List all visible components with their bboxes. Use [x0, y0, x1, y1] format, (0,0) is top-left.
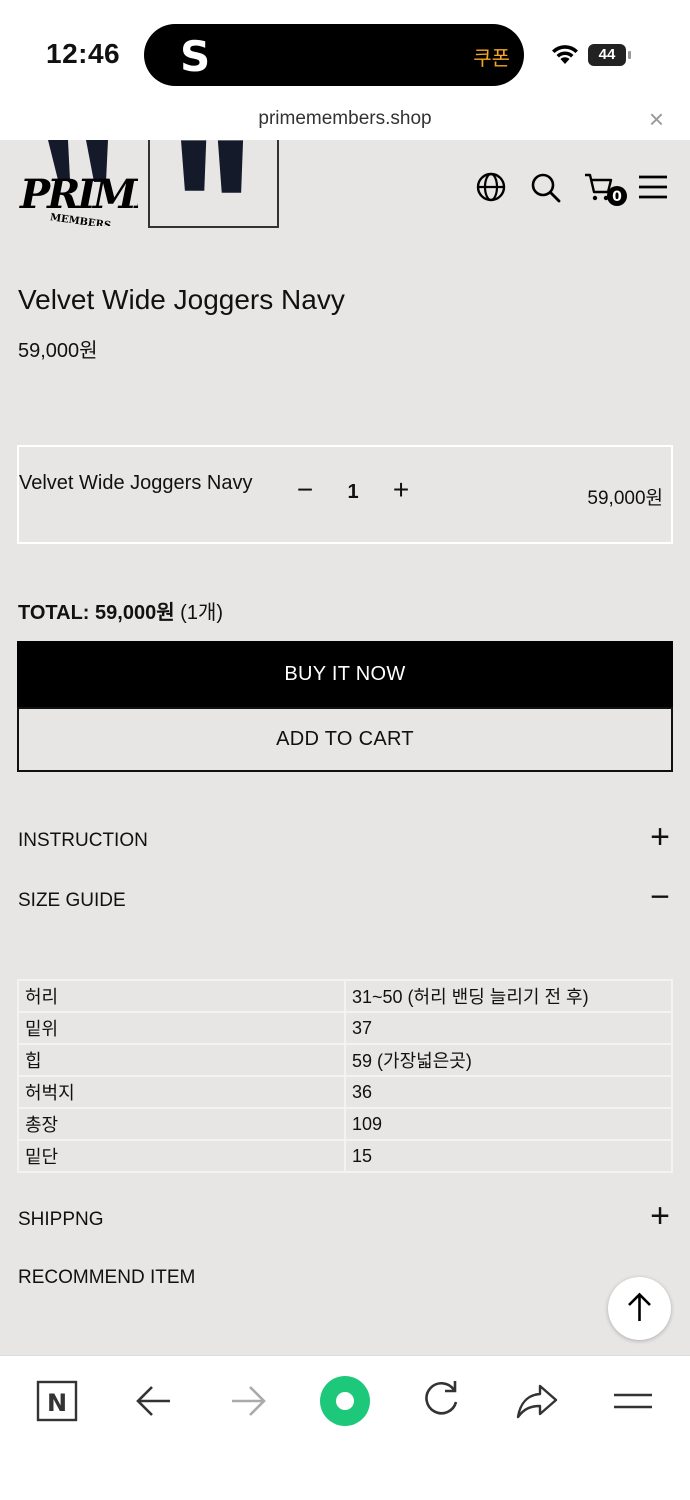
product-title: Velvet Wide Joggers Navy — [18, 284, 345, 315]
quantity-value[interactable]: 1 — [339, 481, 367, 504]
selected-option-box: Velvet Wide Joggers Navy − 1 + 59,000원 — [17, 445, 673, 544]
hamburger-menu-icon[interactable] — [608, 1376, 658, 1426]
product-price: 59,000원 — [18, 340, 98, 362]
search-icon[interactable] — [530, 172, 562, 204]
size-value: 59 (가장넓은곳) — [344, 1043, 673, 1077]
prime-members-logo[interactable]: PRIME MEMBERS — [18, 168, 138, 226]
battery-icon: 44 — [588, 44, 631, 66]
size-guide-table: 허리 31~50 (허리 밴딩 늘리기 전 후) 밑위 37 힙 59 (가장넓… — [17, 979, 673, 1173]
add-to-cart-button[interactable]: ADD TO CART — [17, 707, 673, 772]
option-price: 59,000원 — [587, 488, 663, 509]
table-row: 허리 31~50 (허리 밴딩 늘리기 전 후) — [17, 979, 673, 1013]
back-arrow-icon[interactable] — [128, 1376, 178, 1426]
status-bar: 12:46 S 쿠폰 44 — [0, 0, 690, 100]
accordion-instruction[interactable]: INSTRUCTION + — [18, 820, 670, 856]
size-value: 109 — [344, 1107, 673, 1141]
naver-n-icon[interactable]: N — [32, 1376, 82, 1426]
svg-text:N: N — [47, 1389, 67, 1417]
cart-count: 0 — [612, 189, 622, 205]
expand-plus-icon[interactable]: + — [650, 820, 670, 854]
total-count: (1개) — [180, 602, 223, 624]
size-key: 밑위 — [17, 1011, 346, 1045]
close-icon[interactable]: × — [649, 104, 664, 135]
size-key: 밑단 — [17, 1139, 346, 1173]
buy-now-button[interactable]: BUY IT NOW — [17, 641, 673, 707]
quantity-increase-button[interactable]: + — [389, 475, 413, 505]
size-value: 36 — [344, 1075, 673, 1109]
total-label: TOTAL: 59,000원 — [18, 602, 175, 624]
size-value: 31~50 (허리 밴딩 늘리기 전 후) — [344, 979, 673, 1013]
accordion-size-guide-label: SIZE GUIDE — [18, 890, 126, 911]
forward-arrow-icon[interactable] — [224, 1376, 274, 1426]
collapse-minus-icon[interactable]: − — [650, 880, 670, 914]
accordion-size-guide[interactable]: SIZE GUIDE − — [18, 880, 670, 916]
table-row: 허벅지 36 — [17, 1075, 673, 1109]
recommend-item-label: RECOMMEND ITEM — [18, 1267, 196, 1288]
table-row: 총장 109 — [17, 1107, 673, 1141]
total-price: TOTAL: 59,000원 (1개) — [18, 596, 223, 625]
option-name: Velvet Wide Joggers Navy — [19, 472, 253, 494]
accordion-shipping[interactable]: SHIPPNG + — [18, 1199, 670, 1235]
status-time: 12:46 — [46, 38, 121, 69]
size-key: 총장 — [17, 1107, 346, 1141]
size-value: 37 — [344, 1011, 673, 1045]
table-row: 밑단 15 — [17, 1139, 673, 1173]
size-key: 힙 — [17, 1043, 346, 1077]
table-row: 힙 59 (가장넓은곳) — [17, 1043, 673, 1077]
accordion-instruction-label: INSTRUCTION — [18, 830, 148, 851]
browser-toolbar: N — [0, 1355, 690, 1500]
arrow-up-icon — [628, 1292, 651, 1321]
recommend-item-heading: RECOMMEND ITEM — [18, 1263, 670, 1293]
wifi-icon — [552, 45, 578, 64]
s-app-icon: S — [180, 32, 211, 81]
size-value: 15 — [344, 1139, 673, 1173]
menu-icon[interactable] — [638, 172, 668, 202]
reload-icon[interactable] — [416, 1376, 466, 1426]
table-row: 밑위 37 — [17, 1011, 673, 1045]
accordion-shipping-label: SHIPPNG — [18, 1209, 104, 1230]
product-thumbnail-2[interactable] — [148, 140, 279, 228]
expand-plus-icon[interactable]: + — [650, 1199, 670, 1233]
size-key: 허리 — [17, 979, 346, 1013]
battery-level: 44 — [588, 44, 626, 66]
cart-icon[interactable]: 0 — [584, 172, 630, 208]
size-key: 허벅지 — [17, 1075, 346, 1109]
scroll-to-top-button[interactable] — [608, 1277, 671, 1340]
svg-text:PRIME: PRIME — [19, 171, 138, 218]
globe-icon[interactable] — [476, 172, 506, 202]
url-bar[interactable]: primemembers.shop × — [0, 100, 690, 140]
quantity-decrease-button[interactable]: − — [293, 475, 317, 505]
dynamic-island[interactable]: S 쿠폰 — [144, 24, 524, 86]
url-text[interactable]: primemembers.shop — [0, 108, 690, 130]
share-icon[interactable] — [512, 1376, 562, 1426]
coupon-label[interactable]: 쿠폰 — [473, 42, 510, 71]
green-dot-home-icon[interactable] — [318, 1374, 372, 1428]
